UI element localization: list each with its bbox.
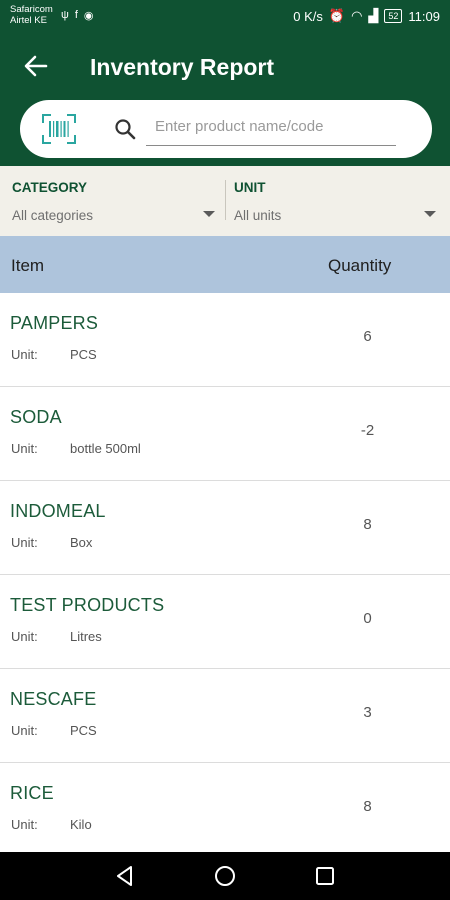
- table-row[interactable]: INDOMEAL Unit: Box 8: [0, 481, 450, 575]
- search-icon: [115, 119, 136, 140]
- item-name: PAMPERS: [10, 313, 99, 333]
- system-navigation-bar: [0, 852, 450, 900]
- item-name: RICE: [10, 783, 54, 803]
- carrier-primary: Safaricom: [10, 4, 53, 15]
- item-name: SODA: [10, 407, 62, 427]
- item-unit: bottle 500ml: [70, 441, 141, 456]
- column-header-item: Item: [11, 256, 45, 275]
- unit-caption: Unit:: [11, 535, 38, 550]
- item-quantity: 8: [363, 516, 372, 533]
- usb-icon: ψ: [61, 9, 69, 21]
- item-quantity: 3: [363, 704, 372, 721]
- recents-square-icon[interactable]: [313, 864, 337, 888]
- table-row[interactable]: PAMPERS Unit: PCS 6: [0, 293, 450, 387]
- unit-dropdown[interactable]: UNIT All units: [226, 166, 450, 236]
- signal-icon: ▟: [368, 8, 379, 23]
- page-title: Inventory Report: [90, 54, 275, 80]
- unit-value: All units: [234, 208, 282, 223]
- network-speed: 0 K/s: [293, 8, 323, 24]
- unit-caption: Unit:: [11, 817, 38, 832]
- arrow-left-icon[interactable]: [22, 52, 50, 80]
- unit-label: UNIT: [234, 180, 266, 195]
- item-name: NESCAFE: [10, 689, 97, 709]
- category-label: CATEGORY: [12, 180, 88, 195]
- filter-bar: CATEGORY All categories UNIT All units: [0, 166, 450, 236]
- carrier-info: Safaricom Airtel KE: [10, 4, 53, 26]
- dropdown-arrow-icon: [424, 211, 436, 217]
- back-triangle-icon[interactable]: [113, 864, 137, 888]
- table-row[interactable]: NESCAFE Unit: PCS 3: [0, 669, 450, 763]
- search-bar: [20, 100, 432, 158]
- home-circle-icon[interactable]: [213, 864, 237, 888]
- barcode-scan-icon[interactable]: [42, 114, 76, 144]
- table-row[interactable]: SODA Unit: bottle 500ml -2: [0, 387, 450, 481]
- table-row[interactable]: RICE Unit: Kilo 8: [0, 763, 450, 857]
- status-bar: Safaricom Airtel KE ψ f ◉ 0 K/s ⏰ ◠ ▟ 52…: [0, 0, 450, 36]
- item-unit: Litres: [70, 629, 102, 644]
- system-status: 0 K/s ⏰ ◠ ▟ 52 11:09: [293, 8, 440, 24]
- item-quantity: 8: [363, 798, 372, 815]
- dropdown-arrow-icon: [203, 211, 215, 217]
- item-quantity: 6: [363, 328, 372, 345]
- item-name: INDOMEAL: [10, 501, 106, 521]
- notification-icons: ψ f ◉: [61, 9, 94, 22]
- alarm-icon: ⏰: [328, 8, 346, 23]
- facebook-icon: f: [74, 9, 78, 21]
- battery-indicator: 52: [384, 9, 403, 23]
- unit-caption: Unit:: [11, 629, 38, 644]
- unit-caption: Unit:: [11, 723, 38, 738]
- item-unit: Kilo: [70, 817, 92, 832]
- column-header-quantity: Quantity: [328, 256, 392, 275]
- table-row[interactable]: TEST PRODUCTS Unit: Litres 0: [0, 575, 450, 669]
- whatsapp-icon: ◉: [83, 10, 94, 22]
- carrier-secondary: Airtel KE: [10, 15, 47, 26]
- wifi-icon: ◠: [351, 8, 363, 23]
- item-unit: Box: [70, 535, 93, 550]
- category-value: All categories: [12, 208, 94, 223]
- clock: 11:09: [408, 8, 440, 24]
- search-input[interactable]: [146, 108, 396, 146]
- item-quantity: -2: [360, 422, 375, 439]
- item-name: TEST PRODUCTS: [10, 595, 165, 615]
- item-unit: PCS: [70, 723, 97, 738]
- item-unit: PCS: [70, 347, 97, 362]
- app-bar: Inventory Report: [0, 36, 450, 166]
- unit-caption: Unit:: [11, 347, 38, 362]
- inventory-list: PAMPERS Unit: PCS 6 SODA Unit: bottle 50…: [0, 293, 450, 857]
- unit-caption: Unit:: [11, 441, 38, 456]
- table-header: Item Quantity: [0, 236, 450, 293]
- category-dropdown[interactable]: CATEGORY All categories: [0, 166, 225, 236]
- item-quantity: 0: [363, 610, 372, 627]
